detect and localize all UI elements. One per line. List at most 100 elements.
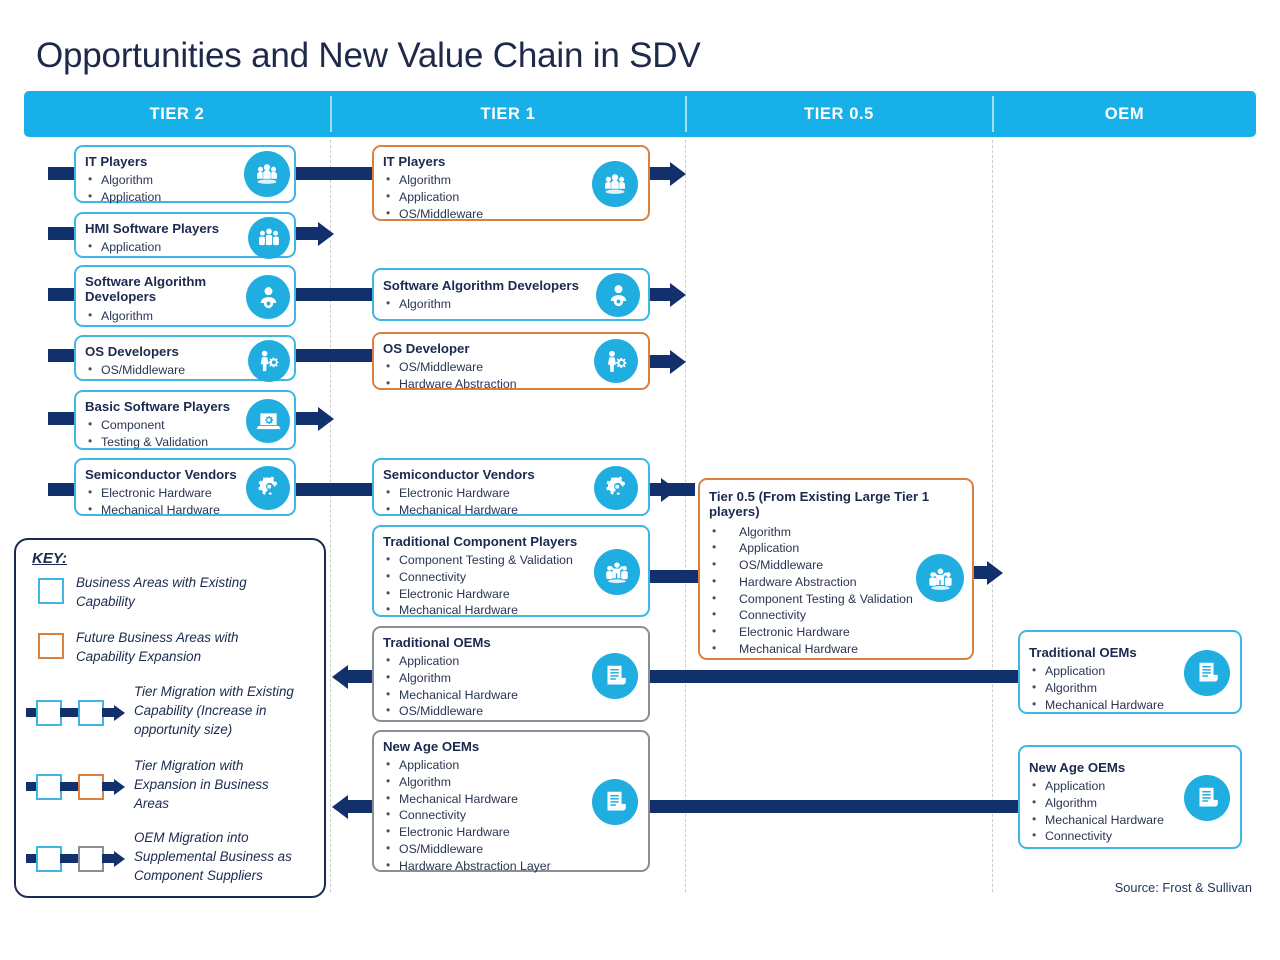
legend-label-migration-expansion: Tier Migration with Expansion in Busines… <box>134 756 324 813</box>
node-items: Application Algorithm Mechanical Hardwar… <box>1029 662 1178 714</box>
node-item: Mechanical Hardware <box>1029 696 1178 714</box>
legend-line: Capability (Increase in <box>134 703 267 719</box>
node-items: Electronic Hardware Mechanical Hardware <box>85 484 244 518</box>
node-tier2-software-algorithm-developers[interactable]: Software Algorithm Developers Algorithm <box>74 265 296 327</box>
node-title: Semiconductor Vendors <box>383 467 535 482</box>
node-item: OS/Middleware <box>85 361 244 379</box>
connector-tier2-semi-to-tier1 <box>296 483 382 496</box>
node-item: Electronic Hardware <box>709 623 960 641</box>
node-title: IT Players <box>85 154 148 169</box>
node-item: Electronic Hardware <box>383 484 598 502</box>
node-tier1-semiconductor-vendors[interactable]: Semiconductor Vendors Electronic Hardwar… <box>372 458 650 519</box>
legend-key-box: KEY: Business Areas with Existing Capabi… <box>14 538 326 898</box>
node-title: Traditional OEMs <box>383 635 491 650</box>
connector-tier2-os-to-tier1 <box>296 349 382 362</box>
node-tier2-it-players[interactable]: IT Players Algorithm Application <box>74 145 296 206</box>
column-separator-2 <box>685 140 686 892</box>
node-items: Application Algorithm Mechanical Hardwar… <box>383 652 598 720</box>
people-group-icon <box>244 151 290 197</box>
node-tier05-from-large-tier1-players[interactable]: Tier 0.5 (From Existing Large Tier 1 pla… <box>698 478 974 660</box>
node-oem-new-age-oems[interactable]: New Age OEMs Application Algorithm Mecha… <box>1018 745 1242 849</box>
legend-line: Tier Migration with Existing <box>134 684 294 699</box>
node-item: OS/Middleware <box>383 358 598 376</box>
document-icon <box>592 653 638 699</box>
node-title: OS Developer <box>383 341 470 356</box>
connector-oemcol-trad-bar <box>646 670 1022 683</box>
node-tier2-basic-software-players[interactable]: Basic Software Players Component Testing… <box>74 390 296 450</box>
node-title: New Age OEMs <box>1029 760 1126 775</box>
legend-line: opportunity size) <box>134 722 233 738</box>
node-item: Algorithm <box>383 773 590 791</box>
node-tier2-os-developers[interactable]: OS Developers OS/Middleware <box>74 335 296 382</box>
node-item: Mechanical Hardware <box>383 601 590 619</box>
node-tier1-software-algorithm-developers[interactable]: Software Algorithm Developers Algorithm <box>372 268 650 321</box>
node-tier1-os-developer[interactable]: OS Developer OS/Middleware Hardware Abst… <box>372 332 650 391</box>
node-item: OS/Middleware <box>383 840 590 858</box>
column-separator-1 <box>330 140 331 892</box>
node-tier1-it-players[interactable]: IT Players Algorithm Application OS/Midd… <box>372 145 650 221</box>
node-item: Algorithm <box>1029 794 1178 812</box>
laptop-gear-icon <box>246 399 290 443</box>
connector-tier1-tcp-to-tier05 <box>646 570 701 583</box>
legend-line: OEM Migration into <box>134 830 249 845</box>
node-item: Application <box>383 652 598 670</box>
node-item: Mechanical Hardware <box>383 501 598 519</box>
node-item: Algorithm <box>85 307 244 325</box>
node-oem-traditional-oems[interactable]: Traditional OEMs Application Algorithm M… <box>1018 630 1242 714</box>
node-title-line1: Software Algorithm <box>85 274 207 289</box>
legend-line: Tier Migration with <box>134 758 244 773</box>
people-lift-icon <box>594 549 640 595</box>
connector-tier2-hmi-bar <box>296 227 318 240</box>
node-tier1-traditional-component-players[interactable]: Traditional Component Players Component … <box>372 525 650 619</box>
node-items: Component Testing & Validation <box>85 416 244 451</box>
legend-label-existing-capability: Business Areas with Existing Capability <box>76 573 312 611</box>
legend-label-future-capability: Future Business Areas with Capability Ex… <box>76 628 312 666</box>
node-item: Algorithm <box>709 523 960 541</box>
connector-tier2-hmi-arrowhead <box>318 221 334 246</box>
node-item: Application <box>709 539 960 557</box>
node-items: Algorithm <box>383 295 596 313</box>
node-item: Connectivity <box>709 606 960 624</box>
node-title: OS Developers <box>85 344 179 359</box>
connector-tier2-bsw-arrowhead <box>318 406 334 431</box>
node-tier2-semiconductor-vendors[interactable]: Semiconductor Vendors Electronic Hardwar… <box>74 458 296 518</box>
node-items: Algorithm Application OS/Middleware <box>383 171 598 223</box>
legend-line: Capability Expansion <box>76 649 202 665</box>
document-icon <box>1184 650 1230 696</box>
legend-swatch-oem-migration <box>26 844 146 874</box>
connector-oemcol-new-bar <box>646 800 1022 813</box>
node-item-continuation: Testing & Validation <box>85 433 244 451</box>
node-title: Basic Software Players <box>85 399 231 414</box>
node-title-line2: players) <box>709 504 760 520</box>
connector-tier2-bsw-bar <box>296 412 318 425</box>
header-cell-tier05: TIER 0.5 <box>804 104 874 123</box>
legend-label-migration-existing: Tier Migration with Existing Capability … <box>134 682 324 739</box>
node-title: Semiconductor Vendors <box>85 467 237 482</box>
node-item: Application <box>85 188 244 206</box>
node-item: Connectivity <box>1029 827 1178 845</box>
legend-line: Future Business Areas with <box>76 630 239 645</box>
node-tier2-hmi-software-players[interactable]: HMI Software Players Application <box>74 212 296 259</box>
node-tier1-new-age-oems[interactable]: New Age OEMs Application Algorithm Mecha… <box>372 730 650 873</box>
legend-label-oem-migration: OEM Migration into Supplemental Business… <box>134 828 324 885</box>
node-item: Mechanical Hardware <box>709 640 960 658</box>
node-item: Algorithm <box>1029 679 1178 697</box>
node-tier1-traditional-oems[interactable]: Traditional OEMs Application Algorithm M… <box>372 626 650 722</box>
column-separator-3 <box>992 140 993 892</box>
node-item: Mechanical Hardware <box>1029 811 1178 829</box>
legend-line: Capability <box>76 594 135 610</box>
person-gear-icon <box>246 275 290 319</box>
header-cell-tier1: TIER 1 <box>480 104 536 123</box>
node-items: Application <box>85 238 244 256</box>
worker-gear-icon <box>248 340 290 382</box>
node-item: OS/Middleware <box>383 205 598 223</box>
legend-swatch-migration-expansion <box>26 772 146 802</box>
node-title: HMI Software Players <box>85 221 220 236</box>
node-item: Application <box>1029 662 1178 680</box>
slide-canvas: Opportunities and New Value Chain in SDV… <box>0 0 1280 960</box>
node-item: Application <box>1029 777 1178 795</box>
node-item: Application <box>383 188 598 206</box>
connector-tier1-semi-arrowhead <box>661 477 677 502</box>
legend-line: Supplemental Business as <box>134 849 292 865</box>
page-title: Opportunities and New Value Chain in SDV <box>36 36 701 75</box>
